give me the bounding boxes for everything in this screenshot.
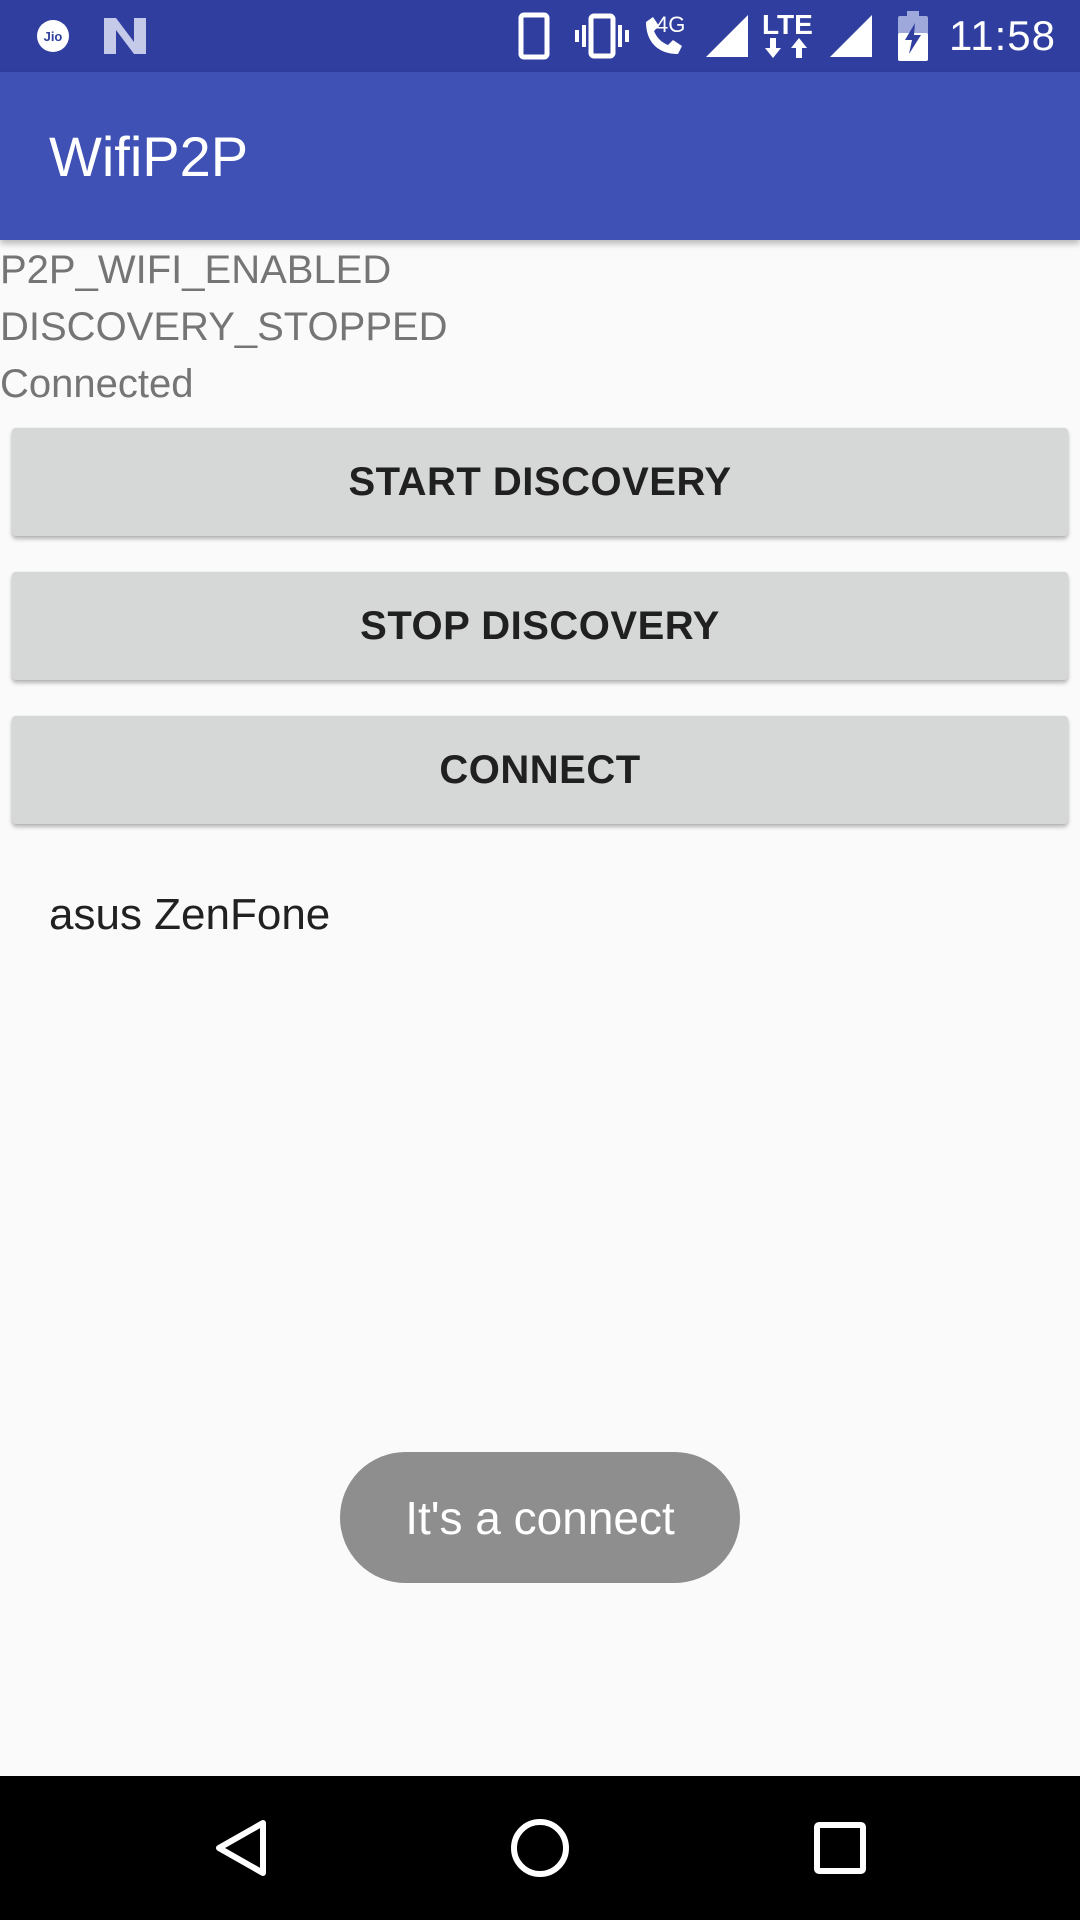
stop-discovery-label: STOP DISCOVERY: [360, 603, 720, 648]
network-type-label: 4G: [656, 12, 686, 37]
phone-device-icon: [518, 0, 550, 72]
start-discovery-label: START DISCOVERY: [348, 459, 732, 504]
discovery-state-text: DISCOVERY_STOPPED: [0, 305, 448, 349]
app-title: WifiP2P: [49, 124, 249, 188]
navigation-bar: [0, 1776, 1080, 1920]
connect-label: CONNECT: [439, 747, 641, 792]
stop-discovery-button[interactable]: STOP DISCOVERY: [12, 572, 1068, 680]
home-button[interactable]: [470, 1776, 610, 1920]
vibrate-icon: [574, 0, 630, 72]
status-bar: Jio 4G LTE 11:58: [0, 0, 1080, 72]
lte-data-icon: LTE: [762, 0, 813, 72]
jio-icon: Jio: [36, 0, 70, 72]
signal-icon: [828, 0, 874, 72]
signal-icon: [704, 0, 750, 72]
connection-state-text: Connected: [0, 362, 194, 406]
start-discovery-button[interactable]: START DISCOVERY: [12, 428, 1068, 536]
status-bar-time: 11:58: [949, 12, 1056, 59]
home-icon: [511, 1819, 569, 1877]
n-notification-icon: [102, 0, 148, 72]
recents-button[interactable]: [770, 1776, 910, 1920]
toast: It's a connect: [340, 1452, 740, 1583]
back-icon: [216, 1820, 266, 1876]
connect-button[interactable]: CONNECT: [12, 716, 1068, 824]
peer-name: asus ZenFone: [49, 890, 331, 939]
app-bar: WifiP2P: [0, 72, 1080, 240]
svg-text:Jio: Jio: [44, 29, 63, 44]
wifi-state-text: P2P_WIFI_ENABLED: [0, 248, 392, 292]
back-button[interactable]: [171, 1776, 311, 1920]
lte-label: LTE: [762, 9, 813, 40]
recents-icon: [814, 1822, 866, 1874]
battery-charging-icon: [898, 0, 928, 72]
screen: Jio 4G LTE 11:58 WifiP2P P2P_WIFI_ENABLE…: [0, 0, 1080, 1920]
toast-message: It's a connect: [405, 1491, 675, 1544]
peer-list-item[interactable]: asus ZenFone: [49, 880, 330, 950]
